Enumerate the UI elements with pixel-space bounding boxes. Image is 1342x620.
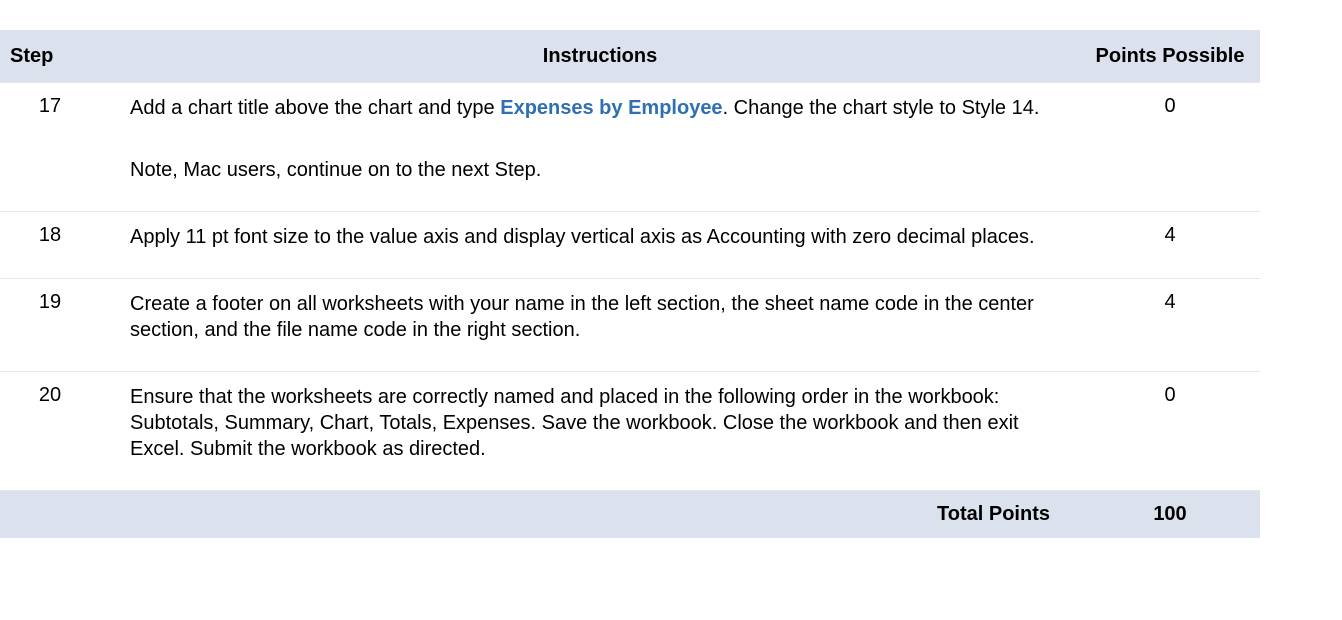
instruction-cell: Ensure that the worksheets are correctly… bbox=[120, 372, 1080, 491]
instruction-text: Add a chart title above the chart and ty… bbox=[130, 95, 1060, 121]
grading-table: Step Instructions Points Possible 17 Add … bbox=[0, 30, 1260, 538]
step-number: 19 bbox=[0, 279, 120, 372]
header-step: Step bbox=[0, 30, 120, 83]
points-value: 4 bbox=[1080, 212, 1260, 279]
table-row: 18 Apply 11 pt font size to the value axi… bbox=[0, 212, 1260, 279]
step-number: 17 bbox=[0, 83, 120, 212]
instruction-text: Ensure that the worksheets are correctly… bbox=[130, 384, 1060, 462]
instruction-pre: Create a footer on all worksheets with y… bbox=[130, 293, 1034, 341]
instruction-cell: Add a chart title above the chart and ty… bbox=[120, 83, 1080, 212]
instruction-post: . Change the chart style to Style 14. bbox=[723, 97, 1040, 119]
instruction-bold-term: Expenses by Employee bbox=[500, 97, 722, 119]
header-instructions: Instructions bbox=[120, 30, 1080, 83]
points-value: 0 bbox=[1080, 83, 1260, 212]
table-row: 17 Add a chart title above the chart and … bbox=[0, 83, 1260, 212]
total-points-label: Total Points bbox=[0, 491, 1080, 539]
instruction-cell: Create a footer on all worksheets with y… bbox=[120, 279, 1080, 372]
points-value: 0 bbox=[1080, 372, 1260, 491]
total-points-value: 100 bbox=[1080, 491, 1260, 539]
table-row: 19Create a footer on all worksheets with… bbox=[0, 279, 1260, 372]
instruction-cell: Apply 11 pt font size to the value axis … bbox=[120, 212, 1080, 279]
table-footer-row: Total Points 100 bbox=[0, 491, 1260, 539]
instruction-note: Note, Mac users, continue on to the next… bbox=[130, 157, 1060, 183]
grading-table-container: Step Instructions Points Possible 17 Add … bbox=[0, 30, 1260, 538]
instruction-text: Apply 11 pt font size to the value axis … bbox=[130, 224, 1060, 250]
header-points: Points Possible bbox=[1080, 30, 1260, 83]
points-value: 4 bbox=[1080, 279, 1260, 372]
step-number: 18 bbox=[0, 212, 120, 279]
instruction-text: Create a footer on all worksheets with y… bbox=[130, 291, 1060, 343]
instruction-pre: Ensure that the worksheets are correctly… bbox=[130, 386, 1019, 460]
instruction-pre: Add a chart title above the chart and ty… bbox=[130, 97, 500, 119]
step-number: 20 bbox=[0, 372, 120, 491]
table-row: 20Ensure that the worksheets are correct… bbox=[0, 372, 1260, 491]
instruction-pre: Apply 11 pt font size to the value axis … bbox=[130, 226, 1035, 248]
table-body: 17 Add a chart title above the chart and … bbox=[0, 83, 1260, 491]
table-header-row: Step Instructions Points Possible bbox=[0, 30, 1260, 83]
